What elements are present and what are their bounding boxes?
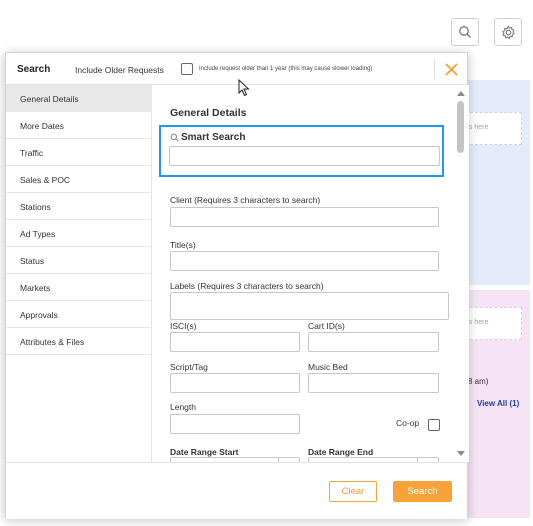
sidebar-item-stations[interactable]: Stations (6, 193, 152, 220)
header-divider (434, 59, 435, 79)
sidebar-item-more-dates[interactable]: More Dates (6, 112, 152, 139)
cart-id-input[interactable] (308, 332, 439, 352)
sidebar-item-markets[interactable]: Markets (6, 274, 152, 301)
coop-label: Co-op (396, 418, 420, 428)
music-bed-input[interactable] (308, 373, 439, 393)
form-content: General Details Smart Search Client (Req… (153, 85, 453, 462)
scroll-up-arrow-icon[interactable] (457, 91, 465, 96)
modal-title: Search (17, 64, 51, 75)
modal-footer: Clear Search (6, 462, 467, 519)
content-scrollbar[interactable] (453, 85, 469, 462)
sidebar-item-ad-types[interactable]: Ad Types (6, 220, 152, 247)
titles-input[interactable] (170, 251, 439, 271)
client-label: Client (Requires 3 characters to search) (170, 195, 321, 205)
script-tag-label: Script/Tag (170, 362, 208, 372)
client-input[interactable] (170, 207, 439, 227)
section-title: General Details (170, 107, 247, 119)
include-older-label: Include Older Requests (75, 65, 164, 75)
length-input[interactable] (170, 414, 300, 434)
smart-search-icon (170, 133, 179, 142)
script-tag-input[interactable] (170, 373, 300, 393)
isci-label: ISCI(s) (170, 321, 197, 331)
settings-button[interactable] (494, 18, 522, 46)
gear-icon (501, 25, 515, 39)
sidebar-item-attributes-files[interactable]: Attributes & Files (6, 328, 152, 355)
sidebar: General Details More Dates Traffic Sales… (6, 85, 152, 462)
sidebar-item-approvals[interactable]: Approvals (6, 301, 152, 328)
background-card: es here (460, 307, 522, 340)
smart-search-label: Smart Search (181, 132, 246, 143)
isci-input[interactable] (170, 332, 300, 352)
labels-label: Labels (Requires 3 characters to search) (170, 281, 324, 291)
titles-label: Title(s) (170, 240, 196, 250)
cart-id-label: Cart ID(s) (308, 321, 345, 331)
scroll-thumb[interactable] (457, 101, 464, 153)
search-icon (459, 26, 471, 38)
include-older-checkbox[interactable] (181, 63, 193, 75)
sidebar-item-status[interactable]: Status (6, 247, 152, 274)
date-start-label: Date Range Start (170, 447, 239, 457)
clear-button[interactable]: Clear (329, 481, 377, 502)
search-modal: Search Include Older Requests Include re… (5, 52, 469, 519)
coop-checkbox[interactable] (428, 419, 440, 431)
view-all-link[interactable]: View All (1) (477, 399, 519, 408)
include-older-note: Include request older than 1 year (this … (199, 66, 373, 72)
music-bed-label: Music Bed (308, 362, 348, 372)
sidebar-item-traffic[interactable]: Traffic (6, 139, 152, 166)
date-end-label: Date Range End (308, 447, 374, 457)
sidebar-item-sales-poc[interactable]: Sales & POC (6, 166, 152, 193)
sidebar-item-general-details[interactable]: General Details (6, 85, 152, 112)
modal-header: Search Include Older Requests Include re… (6, 53, 467, 85)
search-button[interactable] (451, 18, 479, 46)
labels-input[interactable] (170, 292, 449, 320)
background-card: es here (460, 112, 522, 145)
mouse-cursor-icon (238, 79, 250, 97)
close-button[interactable] (442, 60, 460, 78)
close-icon (444, 62, 458, 76)
search-submit-button[interactable]: Search (393, 481, 452, 502)
smart-search-input[interactable] (169, 146, 440, 166)
length-label: Length (170, 402, 196, 412)
scroll-down-arrow-icon[interactable] (457, 451, 465, 456)
background-time-text: 8 am) (468, 377, 489, 386)
